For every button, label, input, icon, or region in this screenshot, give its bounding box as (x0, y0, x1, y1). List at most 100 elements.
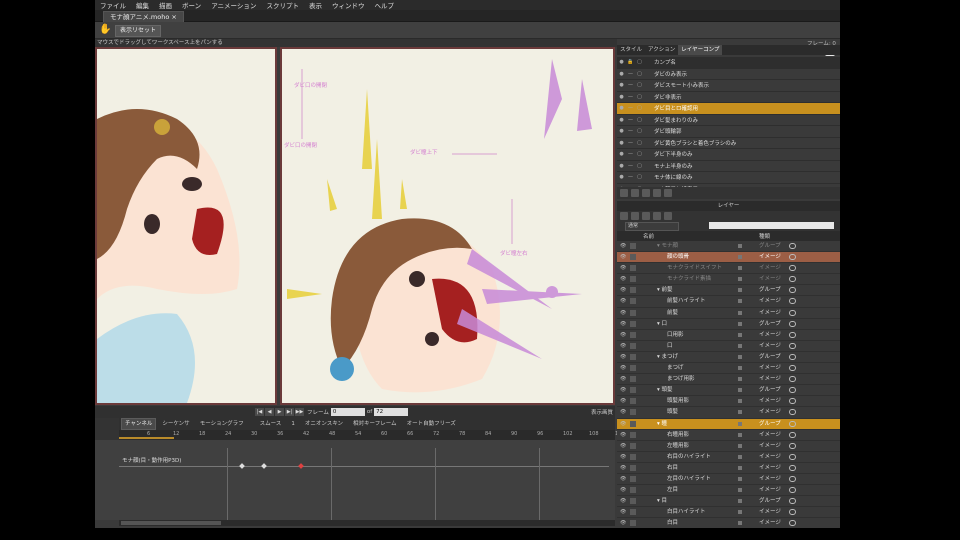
layer-comment-icon[interactable] (789, 442, 796, 449)
layer-color-swatch[interactable] (738, 454, 742, 459)
comp-lock-icon[interactable]: — (626, 163, 635, 169)
comp-check-icon[interactable]: ▢ (635, 105, 644, 111)
keyframe[interactable] (298, 463, 304, 469)
layer-comment-icon[interactable] (789, 298, 796, 305)
layer-lock-icon[interactable] (630, 464, 636, 471)
onion-skin-toggle[interactable]: オニオンスキン (301, 418, 347, 430)
menu-item[interactable]: ヘルプ (369, 0, 399, 10)
total-frames-input[interactable]: 72 (374, 408, 409, 416)
layer-comment-icon[interactable] (789, 276, 796, 283)
layer-comp-row[interactable]: ● — ▢ ダビ非表示 (617, 92, 840, 103)
visibility-eye-icon[interactable]: 👁 (620, 398, 627, 404)
layer-row[interactable]: 👁 ▾ 頭髪 グループ (617, 385, 840, 397)
layer-row[interactable]: 👁 口用影 イメージ (617, 330, 840, 341)
layer-lock-icon[interactable] (630, 475, 636, 482)
first-frame-button[interactable]: |◀ (255, 408, 264, 416)
layer-row[interactable]: 👁 モナクライドスイフト イメージ (617, 263, 840, 275)
layer-comment-icon[interactable] (789, 331, 796, 338)
comp-eye-icon[interactable]: ● (617, 71, 626, 77)
comp-eye-icon[interactable]: ● (617, 151, 626, 157)
menu-item[interactable]: ボーン (177, 0, 206, 10)
tab-motion-graph[interactable]: モーショングラフ (196, 418, 248, 430)
canvas-view-left[interactable] (95, 47, 277, 405)
layer-color-swatch[interactable] (738, 432, 742, 437)
comp-check-icon[interactable]: ▢ (635, 82, 644, 88)
visibility-eye-icon[interactable]: 👁 (620, 343, 627, 349)
visibility-eye-icon[interactable]: 👁 (620, 332, 627, 338)
layer-lock-icon[interactable] (630, 431, 636, 438)
layer-row[interactable]: 👁 右瞳用影 イメージ (617, 430, 840, 441)
layer-comment-icon[interactable] (789, 398, 796, 405)
comp-check-icon[interactable]: ▢ (635, 117, 644, 123)
new-layer-icon[interactable] (620, 212, 628, 220)
visibility-eye-icon[interactable]: 👁 (620, 421, 627, 427)
visibility-eye-icon[interactable]: 👁 (620, 265, 627, 271)
panel-tab[interactable]: レイヤーコンプ (678, 45, 723, 55)
layer-row[interactable]: 👁 白目 イメージ (617, 518, 840, 528)
layer-lock-icon[interactable] (630, 487, 636, 494)
timeline-ruler[interactable]: 6121824303642485460667278849096102108114… (119, 430, 677, 440)
document-tab[interactable]: モナ顔アニメ.moho × (103, 11, 184, 22)
layer-search-input[interactable] (709, 222, 834, 229)
layer-lock-icon[interactable] (630, 243, 636, 249)
layer-settings-icon[interactable] (664, 212, 672, 220)
duplicate-comp-icon[interactable] (642, 189, 650, 197)
menu-item[interactable]: アニメーション (206, 0, 261, 10)
layer-comment-icon[interactable] (789, 376, 796, 383)
comp-lock-icon[interactable]: — (626, 94, 635, 100)
layer-row[interactable]: 👁 まつげ用影 イメージ (617, 374, 840, 386)
keyframe[interactable] (261, 463, 267, 469)
visibility-eye-icon[interactable]: 👁 (620, 310, 627, 316)
group-layer-icon[interactable] (631, 212, 639, 220)
menu-item[interactable]: 表示 (304, 0, 327, 10)
comp-eye-icon[interactable]: ● (617, 82, 626, 88)
comp-check-icon[interactable]: ▢ (635, 174, 644, 180)
layer-lock-icon[interactable] (630, 498, 636, 505)
layer-lock-icon[interactable] (630, 409, 636, 416)
timeline-tracks[interactable]: モナ顔(目・動作用P3D) (95, 440, 644, 520)
visibility-eye-icon[interactable]: 👁 (620, 432, 627, 438)
layer-comment-icon[interactable] (789, 254, 796, 261)
menu-item[interactable]: スクリプト (261, 0, 304, 10)
layer-lock-icon[interactable] (630, 254, 636, 261)
layer-lock-icon[interactable] (630, 287, 636, 294)
layer-comment-icon[interactable] (789, 342, 796, 349)
layer-color-swatch[interactable] (738, 465, 742, 470)
layer-color-swatch[interactable] (738, 488, 742, 493)
layer-comp-row[interactable]: ● — ▢ ダビ黄色ブラシと着色ブラシのみ (617, 138, 840, 149)
timeline-scrollbar[interactable] (119, 520, 615, 526)
layer-comment-icon[interactable] (789, 309, 796, 316)
comp-check-icon[interactable]: ▢ (635, 128, 644, 134)
delete-comp-icon[interactable] (653, 189, 661, 197)
canvas-view-right[interactable]: ダビ口の開閉 ダビ口の開閉 ダビ瞳上下 ダビ瞳左右 (280, 47, 615, 405)
layer-color-swatch[interactable] (738, 277, 742, 282)
layer-comp-row[interactable]: ● — ▢ ダビのみ表示 (617, 69, 840, 80)
layer-lock-icon[interactable] (630, 420, 636, 427)
menu-item[interactable]: ウィンドウ (327, 0, 370, 10)
visibility-eye-icon[interactable]: 👁 (620, 287, 627, 293)
settings-comp-icon[interactable] (664, 189, 672, 197)
layer-color-swatch[interactable] (738, 476, 742, 481)
comp-eye-icon[interactable]: ● (617, 117, 626, 123)
layer-color-swatch[interactable] (738, 310, 742, 315)
layer-comment-icon[interactable] (789, 353, 796, 360)
layer-comment-icon[interactable] (789, 431, 796, 438)
layer-color-swatch[interactable] (738, 321, 742, 326)
layer-color-swatch[interactable] (738, 421, 742, 426)
comp-eye-icon[interactable]: ● (617, 140, 626, 146)
comp-eye-icon[interactable]: ● (617, 174, 626, 180)
layer-comment-icon[interactable] (789, 498, 796, 505)
layer-lock-icon[interactable] (630, 276, 636, 283)
menu-item[interactable]: 描画 (154, 0, 177, 10)
layer-lock-icon[interactable] (630, 320, 636, 327)
hand-tool-icon[interactable]: ✋ (99, 24, 111, 36)
layer-color-swatch[interactable] (738, 410, 742, 415)
layer-comment-icon[interactable] (789, 475, 796, 482)
visibility-eye-icon[interactable]: 👁 (620, 387, 627, 393)
layer-color-swatch[interactable] (738, 388, 742, 393)
auto-freeze-toggle[interactable]: オート自動フリーズ (403, 418, 460, 430)
comp-check-icon[interactable]: ▢ (635, 163, 644, 169)
layer-row[interactable]: 👁 右目のハイライト イメージ (617, 452, 840, 463)
layer-row[interactable]: 👁 前髪 イメージ (617, 308, 840, 319)
layer-lock-icon[interactable] (630, 265, 636, 272)
